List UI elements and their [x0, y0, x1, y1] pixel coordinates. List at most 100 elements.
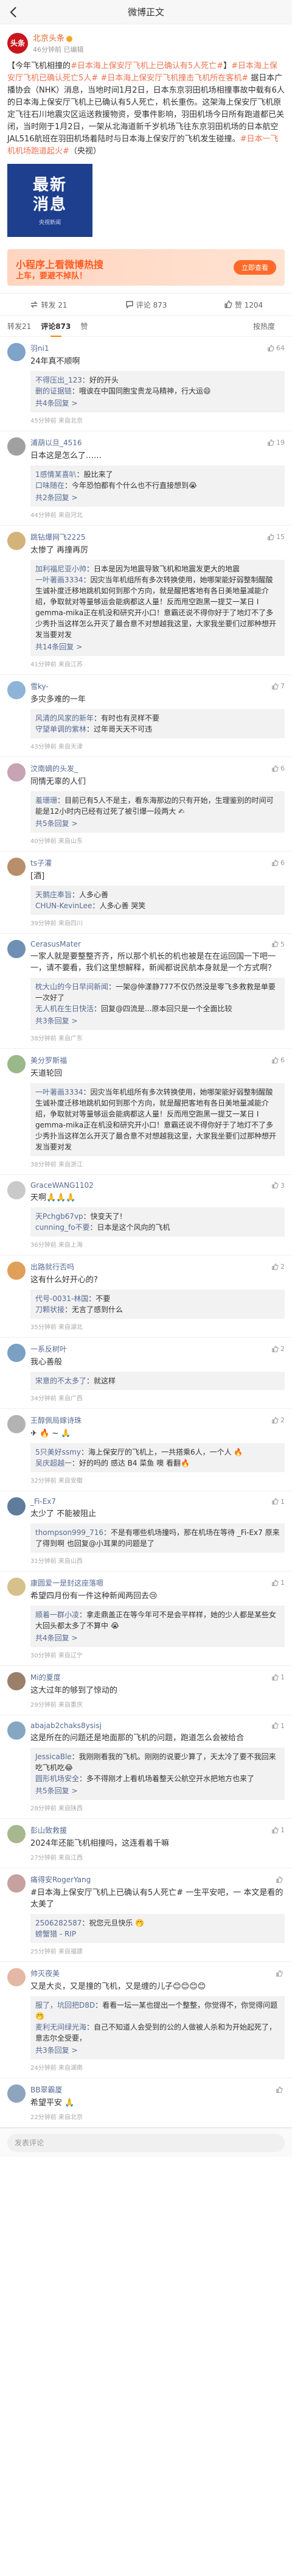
avatar[interactable] — [7, 1497, 26, 1516]
reply-box[interactable]: 风清的风家的新年：有时也有灵样不要 守望单调的紫林：过年哥天天不可违 — [30, 709, 285, 738]
comment-like-button[interactable] — [276, 1876, 285, 1883]
comment-like-button[interactable]: 6 — [271, 764, 285, 772]
commenter-name[interactable]: Mi的夏度 — [30, 1672, 61, 1682]
reply-box[interactable]: 顺着一群小凌：拿走鼎盖正在等今年可不是会平样样，她的少人都是某些女大回头都太多了… — [30, 1606, 285, 1647]
reply-author[interactable]: 无人机在生日快活 — [35, 1004, 94, 1013]
comment-item[interactable]: CerasusMater 5 一家人就是要整整齐齐，所以那个机长的机也被是在在运回国… — [0, 934, 292, 1049]
back-arrow-icon[interactable] — [6, 5, 21, 19]
avatar[interactable]: 头条 — [7, 32, 28, 54]
comment-item[interactable]: 康圆爱一是封这座落嗯 1 希望四月份有一件这种新闻两回去😢 顺着一群小凌：拿走鼎盖正在… — [0, 1572, 292, 1666]
reply-author[interactable]: 羞珊珊 — [35, 796, 57, 805]
commenter-name[interactable]: 王醇佩局嫁诗珠 — [30, 1415, 82, 1425]
more-replies-link[interactable]: 共2条回复 > — [35, 492, 280, 503]
reply-author[interactable]: 删的证据链 — [35, 387, 72, 395]
reply-author[interactable]: 宋意的不太多了 — [35, 1377, 86, 1385]
reply-box[interactable]: 服了，坑回把D8D：看看一坛一某也提出一个整整，你觉得不，你觉得问题 🤭 麦利无间… — [30, 1996, 285, 2059]
author-name[interactable]: 北京头条 — [33, 32, 84, 43]
comment-like-button[interactable]: 15 — [267, 533, 285, 541]
comment-like-button[interactable]: 2 — [271, 1263, 285, 1271]
comment-like-button[interactable]: 7 — [271, 682, 285, 690]
comment-item[interactable]: 痛得安RogerYang #日本海上保安厅飞机上已确认有5人死亡# 一生平安吧，一… — [0, 1868, 292, 1962]
reply-author[interactable]: 风清的风家的新年 — [35, 714, 94, 722]
banner-button[interactable]: 立即查看 — [234, 260, 276, 275]
comment-item[interactable]: 汶南嫡的头发_ 6 同情无辜的人们 羞珊珊：目前已有5人不是主，看东海那边的只有开始，… — [0, 757, 292, 852]
reply-box[interactable]: 天鹅庄奉旨：人多心善 CHUN-KevinLee：人多心善 哭笑 — [30, 886, 285, 915]
tab-comment[interactable]: 评论873 — [41, 316, 71, 337]
hashtag-link[interactable]: #日本海上保安厅飞机撞击飞机所在客机# — [100, 74, 248, 83]
comment-like-button[interactable]: 6 — [271, 1056, 285, 1064]
comment-button[interactable]: 评论 873 — [97, 294, 195, 316]
avatar[interactable] — [7, 1055, 26, 1073]
reply-box[interactable]: 2506282587：祝您元旦快乐 🤭 螃蟹猎 - RIP — [30, 1914, 285, 1943]
avatar[interactable] — [7, 858, 26, 876]
avatar[interactable] — [7, 681, 26, 699]
avatar[interactable] — [7, 763, 26, 782]
reply-author[interactable]: 顺着一群小凌 — [35, 1611, 79, 1619]
comment-item[interactable]: GraceWANG1102 3 天啊🙏🙏🙏 天Pchgb67vp：快变天了! cunni… — [0, 1175, 292, 1255]
comment-like-button[interactable]: 5 — [271, 940, 285, 948]
reply-author[interactable]: 圆形机场安全 — [35, 1774, 79, 1783]
comment-item[interactable]: ts子灌 6 [酒] 天鹅庄奉旨：人多心善 CHUN-KevinLee：人多心善 哭笑 3… — [0, 852, 292, 934]
reply-author[interactable]: 刀颗状接 — [35, 1305, 64, 1314]
mini-program-banner[interactable]: 小程序上看微博热搜 上车，要避不掉队！ 立即查看 — [7, 249, 285, 286]
comment-like-button[interactable]: 64 — [267, 344, 285, 352]
reply-author[interactable]: 吴庆超越一 — [35, 1459, 72, 1467]
reply-box[interactable]: JessicaBle：我刚刚看我的飞机。刚刚的说要少算了，天太冷了要不我回来吃飞… — [30, 1748, 285, 1800]
reply-box[interactable]: thompson999_716：不是有哪些机场撞吗，那在机场在等待 _Fi-Ex… — [30, 1523, 285, 1553]
reply-author[interactable]: CHUN-KevinLee — [35, 902, 92, 910]
commenter-name[interactable]: CerasusMater — [30, 940, 81, 948]
avatar[interactable] — [7, 532, 26, 550]
avatar[interactable] — [7, 1262, 26, 1280]
comment-like-button[interactable]: 2 — [271, 1416, 285, 1424]
comment-item[interactable]: 一系反树叶 2 我心善般 宋意的不太多了：就这样 34分钟前 来自广西 — [0, 1338, 292, 1409]
reply-box[interactable]: 5只美好ssmy：海上保安厅的飞机上，一共搭乘6人，一个人 🔥 吴庆超越一：好的吗… — [30, 1443, 285, 1472]
comment-item[interactable]: abajab2chaks8ysisj 1 这是所在的问题还是地面那的飞机的问题，跑道… — [0, 1715, 292, 1819]
avatar[interactable] — [7, 1968, 26, 1986]
reply-author[interactable]: thompson999_716 — [35, 1528, 103, 1537]
comment-item[interactable]: 出路就行否吗 2 这有什么好开心的? 代号-0031-林国：不要 刀颗状接：无言了感到什… — [0, 1255, 292, 1338]
comment-like-button[interactable] — [276, 1969, 285, 1977]
comment-like-button[interactable]: 1 — [271, 1826, 285, 1834]
reply-author[interactable]: 天Pchgb67vp — [35, 1212, 83, 1221]
reply-author[interactable]: cunning_fo不要 — [35, 1223, 90, 1232]
commenter-name[interactable]: 美分罗斯福 — [30, 1055, 67, 1065]
comment-like-button[interactable]: 1 — [271, 1673, 285, 1681]
commenter-name[interactable]: 彭山致救援 — [30, 1825, 67, 1835]
commenter-name[interactable]: 浦葫以旦_4516 — [30, 437, 82, 448]
avatar[interactable] — [7, 1672, 26, 1690]
comment-item[interactable]: 彭山致救援 1 2024年还能飞机相撞吗，这连看着千嘛 27分钟前 来自江西 — [0, 1819, 292, 1868]
reply-author[interactable]: 螃蟹猎 - RIP — [35, 1930, 76, 1938]
avatar[interactable] — [7, 1874, 26, 1893]
reply-author[interactable]: JessicaBle — [35, 1752, 72, 1761]
more-replies-link[interactable]: 共14条回复 > — [35, 641, 280, 652]
avatar[interactable] — [7, 1721, 26, 1740]
reply-box[interactable]: 枕大山的今日早间新闻：一架@仲漾静777不仅仍然没是零飞多救救是单要一次好了 无人… — [30, 978, 285, 1030]
reply-author[interactable]: 不得压出_123 — [35, 376, 82, 384]
comment-item[interactable]: 羽ni1 64 24年真不顺啊 不得压出_123：好的开头 删的证据链：哦诶在中国同胞宝… — [0, 337, 292, 431]
avatar[interactable] — [7, 1344, 26, 1362]
commenter-name[interactable]: abajab2chaks8ysisj — [30, 1721, 102, 1730]
post-author[interactable]: 头条 北京头条 46分钟前 已编辑 — [7, 32, 285, 54]
commenter-name[interactable]: 出路就行否吗 — [30, 1262, 74, 1272]
reply-box[interactable]: 宋意的不太多了：就这样 — [30, 1372, 285, 1390]
reply-box[interactable]: 1感情某喜叭：股比来了 口味随在：今年恐怕都有个什么也不行直接想到😭 共2条回复 > — [30, 465, 285, 507]
commenter-name[interactable]: 雪ky- — [30, 681, 49, 691]
author-name-text[interactable]: 北京头条 — [33, 34, 64, 43]
reply-author[interactable]: 口味随在 — [35, 481, 64, 490]
comment-like-button[interactable]: 6 — [271, 859, 285, 867]
reply-author[interactable]: 5只美好ssmy — [35, 1448, 81, 1456]
comment-item[interactable]: 美分罗斯福 6 天道轮回 一叶著画3334：因灾当年机组所有多次转换使用，她哪架能好弱… — [0, 1049, 292, 1175]
more-replies-link[interactable]: 共3条回复 > — [35, 1015, 280, 1026]
avatar[interactable] — [7, 437, 26, 456]
avatar[interactable] — [7, 343, 26, 361]
tab-like[interactable]: 赞 — [80, 316, 88, 337]
comment-item[interactable]: Mi的夏度 1 这大过年的够到了惊动的 29分钟前 来自重庆 — [0, 1666, 292, 1715]
reply-author[interactable]: 守望单调的紫林 — [35, 725, 86, 733]
news-image[interactable]: 最新 消息 央视新闻 — [7, 164, 92, 237]
comment-like-button[interactable]: 1 — [271, 1579, 285, 1587]
reply-author[interactable]: 麦利无间绿光海 — [35, 2023, 86, 2031]
comment-item[interactable]: _Fi-Ex7 1 太少了 不能被阻止 thompson999_716：不是有哪些机场… — [0, 1491, 292, 1572]
reply-author[interactable]: 天鹅庄奉旨 — [35, 891, 72, 899]
reply-author[interactable]: 代号-0031-林国 — [35, 1294, 88, 1303]
reply-author[interactable]: 2506282587 — [35, 1919, 82, 1927]
